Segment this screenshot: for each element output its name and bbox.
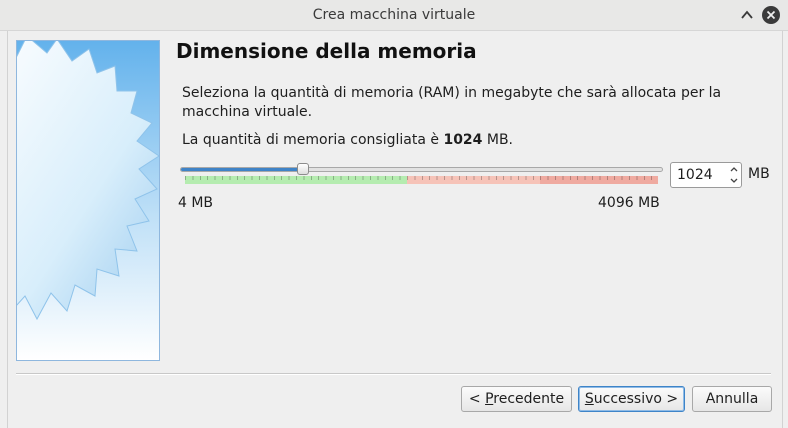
memory-slider-handle[interactable] [297,163,310,175]
slider-max-label: 4096 MB [598,195,660,211]
close-icon [766,10,776,20]
wizard-watermark-image [16,40,160,361]
spin-up-icon[interactable] [727,164,741,175]
scale-ticks [185,176,658,180]
spin-down-icon[interactable] [727,175,741,186]
back-button-prefix: < [468,390,486,407]
next-button-mnemonic: S [584,390,594,407]
recommendation-suffix: MB. [482,132,514,148]
memory-spinbox[interactable]: 1024 [670,162,742,188]
title-bar: Crea macchina virtuale [0,0,788,31]
page-description: Seleziona la quantità di memoria (RAM) i… [182,85,722,120]
memory-unit-label: MB [748,166,770,182]
recommendation-prefix: La quantità di memoria consigliata è [182,132,444,148]
memory-scale-bar [185,176,658,184]
button-separator [16,373,771,375]
window-title: Crea macchina virtuale [312,7,476,23]
next-button-label: uccessivo > [593,390,679,407]
memory-slider-fill [181,168,305,171]
recommended-value: 1024 [443,132,483,148]
back-button-label: recedente [493,390,565,407]
chevron-up-icon[interactable] [740,9,754,21]
page-title: Dimensione della memoria [176,39,477,63]
memory-slider-track[interactable] [180,167,663,172]
next-button[interactable]: Successivo > [578,386,685,412]
recommendation-text: La quantità di memoria consigliata è 102… [182,132,513,148]
close-button[interactable] [762,6,780,24]
back-button[interactable]: < Precedente [461,386,572,412]
cancel-button[interactable]: Annulla [692,386,772,412]
memory-value-input[interactable]: 1024 [677,167,713,183]
slider-min-label: 4 MB [178,195,214,211]
